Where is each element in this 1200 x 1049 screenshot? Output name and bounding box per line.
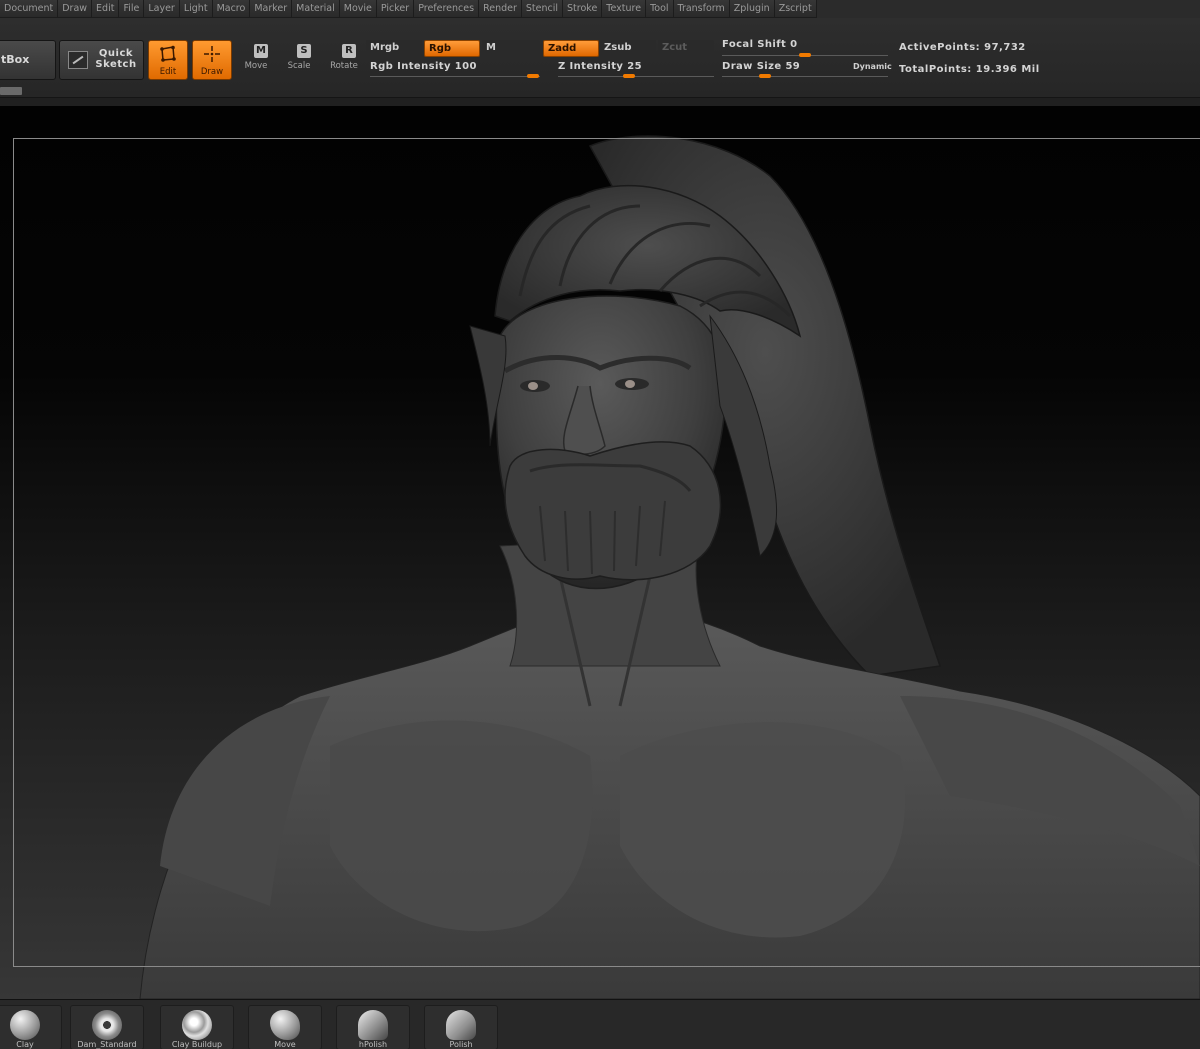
clay-brush-icon bbox=[10, 1010, 40, 1040]
rotate-button[interactable]: R Rotate bbox=[324, 40, 364, 80]
brush-clay-buildup[interactable]: Clay Buildup bbox=[160, 1005, 234, 1049]
menu-texture[interactable]: Texture bbox=[602, 0, 647, 18]
menu-zplugin[interactable]: Zplugin bbox=[729, 0, 775, 18]
z-intensity-knob[interactable] bbox=[623, 74, 635, 78]
mrgb-button[interactable]: Mrgb bbox=[366, 40, 422, 57]
draw-label: Draw bbox=[200, 67, 224, 77]
edit-icon bbox=[149, 45, 187, 67]
quick-sketch-icon bbox=[68, 51, 88, 69]
quick-sketch-label: Quick Sketch bbox=[95, 48, 137, 70]
scale-button[interactable]: S Scale bbox=[279, 40, 319, 80]
menu-zscript[interactable]: Zscript bbox=[774, 0, 817, 18]
menu-marker[interactable]: Marker bbox=[250, 0, 293, 18]
document-frame bbox=[13, 138, 1200, 967]
rgb-button[interactable]: Rgb bbox=[424, 40, 480, 57]
brush-polish[interactable]: Polish bbox=[424, 1005, 498, 1049]
brush-tray: Clay Dam_Standard Clay Buildup Move hPol… bbox=[0, 999, 1200, 1049]
zsub-button[interactable]: Zsub bbox=[600, 40, 656, 57]
active-points-value: 97,732 bbox=[984, 42, 1026, 53]
menu-edit[interactable]: Edit bbox=[92, 0, 120, 18]
draw-size-track[interactable] bbox=[722, 76, 888, 77]
menu-stroke[interactable]: Stroke bbox=[563, 0, 603, 18]
edit-button[interactable]: Edit bbox=[148, 40, 188, 80]
draw-size-knob[interactable] bbox=[759, 74, 771, 78]
total-points-readout: TotalPoints: 19.396 Mil bbox=[899, 64, 1040, 75]
polish-brush-icon bbox=[446, 1010, 476, 1040]
active-points-readout: ActivePoints: 97,732 bbox=[899, 42, 1026, 53]
scale-icon: S bbox=[297, 44, 311, 58]
move-label: Move bbox=[244, 61, 268, 71]
menu-file[interactable]: File bbox=[119, 0, 145, 18]
menu-bar: Document Draw Edit File Layer Light Macr… bbox=[0, 0, 1200, 18]
brush-clay-label: Clay bbox=[16, 1040, 34, 1049]
focal-shift-slider[interactable]: Focal Shift 0 bbox=[722, 39, 797, 50]
menu-stencil[interactable]: Stencil bbox=[521, 0, 564, 18]
rgb-intensity-slider[interactable]: Rgb Intensity 100 bbox=[370, 61, 477, 72]
draw-size-slider[interactable]: Draw Size 59 bbox=[722, 61, 800, 72]
brush-polish-label: Polish bbox=[449, 1040, 473, 1049]
draw-button[interactable]: Draw bbox=[192, 40, 232, 80]
menu-material[interactable]: Material bbox=[292, 0, 340, 18]
focal-shift-knob[interactable] bbox=[799, 53, 811, 57]
focal-shift-label: Focal Shift bbox=[722, 39, 787, 50]
menu-layer[interactable]: Layer bbox=[144, 0, 180, 18]
brush-hpolish[interactable]: hPolish bbox=[336, 1005, 410, 1049]
dam-standard-brush-icon bbox=[92, 1010, 122, 1040]
brush-move[interactable]: Move bbox=[248, 1005, 322, 1049]
total-points-value: 19.396 Mil bbox=[975, 64, 1040, 75]
move-brush-icon bbox=[270, 1010, 300, 1040]
menu-preferences[interactable]: Preferences bbox=[414, 0, 480, 18]
toolbar-separator bbox=[0, 98, 1200, 106]
rgb-intensity-track[interactable] bbox=[370, 76, 540, 77]
total-points-label: TotalPoints: bbox=[899, 64, 972, 75]
brush-clay[interactable]: Clay bbox=[0, 1005, 62, 1049]
zcut-button[interactable]: Zcut bbox=[658, 40, 714, 57]
draw-icon bbox=[193, 45, 231, 67]
scale-label: Scale bbox=[287, 61, 311, 71]
draw-size-label: Draw Size bbox=[722, 61, 782, 72]
menu-movie[interactable]: Movie bbox=[339, 0, 377, 18]
menu-draw[interactable]: Draw bbox=[58, 0, 93, 18]
menu-light[interactable]: Light bbox=[179, 0, 213, 18]
move-icon: M bbox=[254, 44, 268, 58]
lightbox-button[interactable]: tBox bbox=[0, 40, 56, 80]
rgb-intensity-knob[interactable] bbox=[527, 74, 539, 78]
sculpt-canvas[interactable] bbox=[0, 106, 1200, 999]
brush-hpolish-label: hPolish bbox=[358, 1040, 388, 1049]
move-button[interactable]: M Move bbox=[236, 40, 276, 80]
z-intensity-slider[interactable]: Z Intensity 25 bbox=[558, 61, 642, 72]
draw-size-value: 59 bbox=[785, 61, 801, 72]
menu-transform[interactable]: Transform bbox=[673, 0, 730, 18]
edit-label: Edit bbox=[159, 67, 177, 77]
brush-dam-standard[interactable]: Dam_Standard bbox=[70, 1005, 144, 1049]
rotate-icon: R bbox=[342, 44, 356, 58]
menu-document[interactable]: Document bbox=[0, 0, 59, 18]
brush-move-label: Move bbox=[274, 1040, 296, 1049]
z-intensity-track[interactable] bbox=[558, 76, 714, 77]
menu-render[interactable]: Render bbox=[479, 0, 522, 18]
hpolish-brush-icon bbox=[358, 1010, 388, 1040]
brush-dam-standard-label: Dam_Standard bbox=[77, 1040, 137, 1049]
toolbar-scroll-handle[interactable] bbox=[0, 87, 22, 95]
focal-shift-value: 0 bbox=[790, 39, 798, 50]
menu-macro[interactable]: Macro bbox=[212, 0, 251, 18]
menu-tool[interactable]: Tool bbox=[646, 0, 674, 18]
zadd-button[interactable]: Zadd bbox=[543, 40, 599, 57]
z-intensity-label: Z Intensity bbox=[558, 61, 624, 72]
quick-sketch-button[interactable]: Quick Sketch bbox=[59, 40, 144, 80]
brush-clay-buildup-label: Clay Buildup bbox=[171, 1040, 223, 1049]
z-intensity-value: 25 bbox=[627, 61, 642, 72]
rotate-label: Rotate bbox=[330, 61, 358, 71]
rgb-intensity-value: 100 bbox=[454, 61, 477, 72]
claybuildup-brush-icon bbox=[182, 1010, 212, 1040]
rgb-intensity-label: Rgb Intensity bbox=[370, 61, 451, 72]
menu-picker[interactable]: Picker bbox=[376, 0, 415, 18]
dynamic-toggle[interactable]: Dynamic bbox=[853, 62, 892, 71]
m-button[interactable]: M bbox=[482, 40, 540, 57]
active-points-label: ActivePoints: bbox=[899, 42, 981, 53]
